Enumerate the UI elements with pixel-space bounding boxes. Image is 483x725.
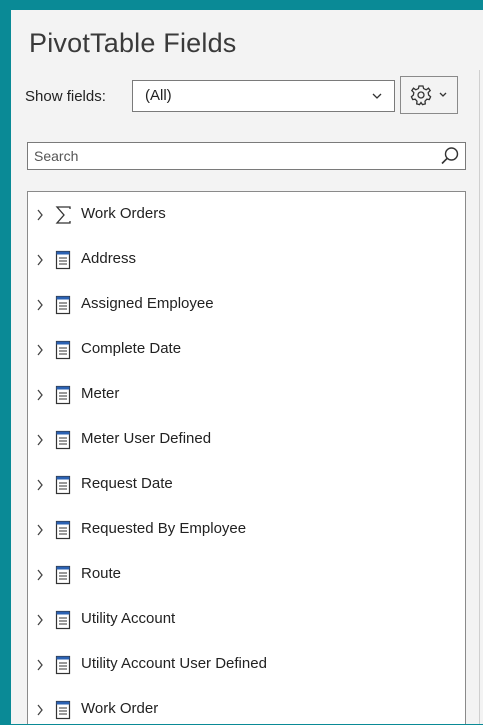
- chevron-right-icon[interactable]: [36, 614, 44, 626]
- table-icon: [55, 565, 71, 585]
- field-label: Work Orders: [81, 205, 166, 222]
- tools-button[interactable]: [400, 76, 458, 114]
- gear-icon: [410, 85, 447, 106]
- chevron-right-icon[interactable]: [36, 659, 44, 671]
- field-item-work-orders[interactable]: Work Orders: [28, 200, 465, 230]
- table-icon: [55, 520, 71, 540]
- pivottable-fields-pane: PivotTable Fields Show fields: (All) Wor…: [11, 10, 483, 724]
- field-label: Address: [81, 250, 137, 267]
- search-box[interactable]: [27, 142, 466, 170]
- chevron-right-icon[interactable]: [36, 434, 44, 446]
- table-icon: [55, 700, 71, 720]
- field-label: Work Order: [81, 700, 159, 717]
- show-fields-dropdown[interactable]: (All): [132, 80, 395, 112]
- field-list: Work Orders Address Assigned Employee Co…: [27, 191, 466, 724]
- field-item-assigned-employee[interactable]: Assigned Employee: [28, 290, 465, 320]
- field-item-utility-account[interactable]: Utility Account: [28, 605, 465, 635]
- table-icon: [55, 340, 71, 360]
- pane-divider: [479, 70, 480, 724]
- field-item-utility-account-user-defined[interactable]: Utility Account User Defined: [28, 650, 465, 680]
- chevron-right-icon[interactable]: [36, 344, 44, 356]
- pane-title: PivotTable Fields: [29, 28, 237, 58]
- show-fields-label: Show fields:: [25, 88, 106, 105]
- field-label: Requested By Employee: [81, 520, 247, 537]
- search-input[interactable]: [28, 143, 428, 169]
- sigma-icon: [55, 206, 71, 224]
- field-label: Meter: [81, 385, 120, 402]
- chevron-right-icon[interactable]: [36, 524, 44, 536]
- field-item-meter[interactable]: Meter: [28, 380, 465, 410]
- field-label: Utility Account: [81, 610, 176, 627]
- chevron-right-icon[interactable]: [36, 299, 44, 311]
- field-label: Meter User Defined: [81, 430, 212, 447]
- chevron-down-icon: [439, 92, 447, 97]
- field-label: Request Date: [81, 475, 173, 492]
- table-icon: [55, 430, 71, 450]
- chevron-right-icon[interactable]: [36, 389, 44, 401]
- search-icon[interactable]: [440, 146, 460, 166]
- table-icon: [55, 655, 71, 675]
- field-item-address[interactable]: Address: [28, 245, 465, 275]
- table-icon: [55, 250, 71, 270]
- field-item-route[interactable]: Route: [28, 560, 465, 590]
- table-icon: [55, 295, 71, 315]
- field-item-complete-date[interactable]: Complete Date: [28, 335, 465, 365]
- chevron-right-icon[interactable]: [36, 479, 44, 491]
- show-fields-value: (All): [145, 87, 172, 104]
- field-label: Complete Date: [81, 340, 182, 357]
- chevron-right-icon[interactable]: [36, 254, 44, 266]
- field-item-meter-user-defined[interactable]: Meter User Defined: [28, 425, 465, 455]
- table-icon: [55, 610, 71, 630]
- table-icon: [55, 475, 71, 495]
- table-icon: [55, 385, 71, 405]
- field-label: Assigned Employee: [81, 295, 214, 312]
- field-label: Route: [81, 565, 122, 582]
- chevron-right-icon[interactable]: [36, 209, 44, 221]
- chevron-down-icon: [372, 93, 382, 99]
- field-item-work-order[interactable]: Work Order: [28, 695, 465, 725]
- chevron-right-icon[interactable]: [36, 704, 44, 716]
- chevron-right-icon[interactable]: [36, 569, 44, 581]
- field-label: Utility Account User Defined: [81, 655, 267, 672]
- field-item-request-date[interactable]: Request Date: [28, 470, 465, 500]
- field-item-requested-by-employee[interactable]: Requested By Employee: [28, 515, 465, 545]
